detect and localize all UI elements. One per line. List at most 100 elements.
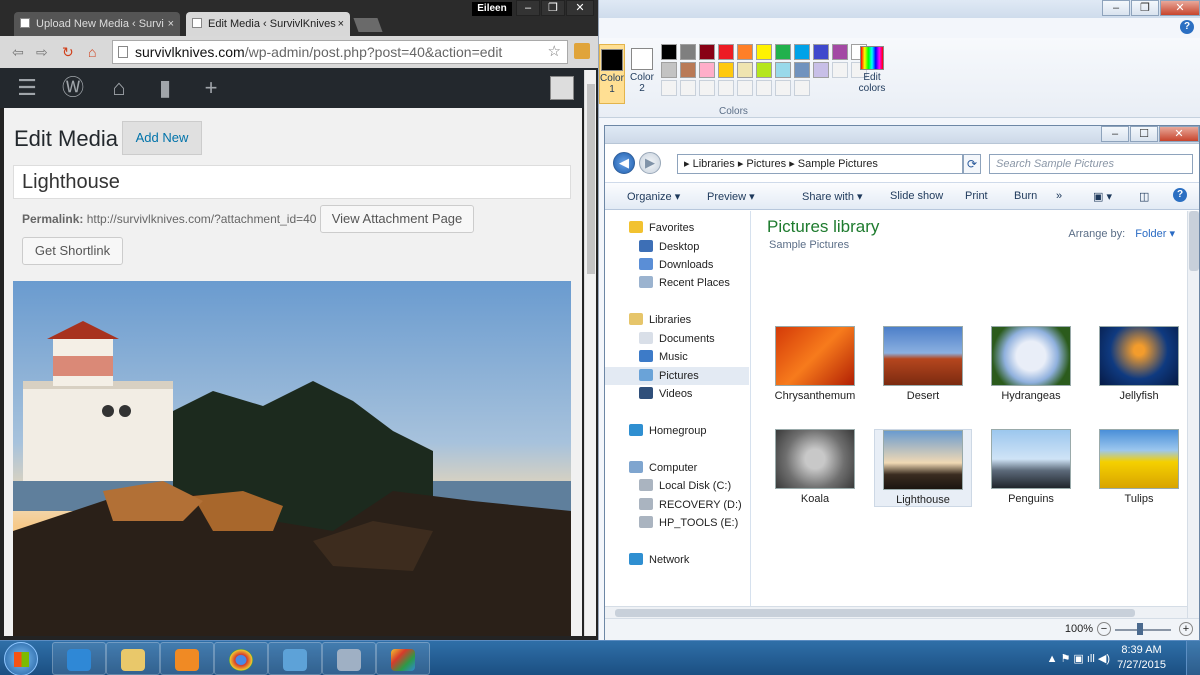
back-button[interactable]: ◀ <box>613 152 635 174</box>
thumbnail-tulips[interactable]: Tulips <box>1090 429 1188 505</box>
close-button[interactable]: ✕ <box>1159 126 1199 142</box>
close-tab-icon[interactable]: × <box>168 12 174 36</box>
close-button[interactable]: ✕ <box>566 0 594 16</box>
page-scrollbar[interactable] <box>584 70 596 636</box>
home-icon[interactable]: ⌂ <box>88 44 96 60</box>
palette-swatch[interactable] <box>680 62 696 78</box>
taskbar-media-player[interactable] <box>160 642 214 675</box>
minimize-button[interactable]: – <box>516 0 540 16</box>
palette-swatch[interactable] <box>661 62 677 78</box>
avatar[interactable] <box>550 76 574 100</box>
burn-button[interactable]: Burn <box>1014 190 1037 202</box>
minimize-button[interactable]: – <box>1101 126 1129 142</box>
nav-item-homegroup[interactable]: Homegroup <box>605 422 749 440</box>
nav-item-videos[interactable]: Videos <box>605 385 749 403</box>
restore-button[interactable]: ❐ <box>1131 0 1159 16</box>
preview-button[interactable]: Preview ▾ <box>707 190 755 203</box>
color-1-button[interactable]: Color 1 <box>599 44 625 104</box>
palette-swatch[interactable] <box>737 62 753 78</box>
palette-swatch[interactable] <box>737 44 753 60</box>
permalink-url[interactable]: http://survivlknives.com/?attachment_id=… <box>87 212 317 226</box>
palette-swatch[interactable] <box>832 44 848 60</box>
reload-icon[interactable]: ↻ <box>62 44 74 61</box>
palette-swatch[interactable] <box>775 62 791 78</box>
forward-icon[interactable]: ⇨ <box>36 44 48 61</box>
thumbnail-lighthouse[interactable]: Lighthouse <box>874 429 972 507</box>
palette-swatch[interactable] <box>699 62 715 78</box>
print-button[interactable]: Print <box>965 190 988 202</box>
taskbar-calculator[interactable] <box>322 642 376 675</box>
palette-swatch[interactable] <box>718 62 734 78</box>
view-options-icon[interactable]: ▣ ▾ <box>1093 190 1112 203</box>
nav-item-local-disk-c[interactable]: Local Disk (C:) <box>605 477 749 495</box>
add-new-plus-icon[interactable]: + <box>198 76 224 100</box>
address-bar[interactable]: ▸ Libraries ▸ Pictures ▸ Sample Pictures <box>677 154 963 174</box>
system-tray-icons[interactable]: ▲ ⚑ ▣ ıll ◀) <box>1047 652 1110 665</box>
palette-swatch[interactable] <box>737 80 753 96</box>
palette-swatch[interactable] <box>718 44 734 60</box>
palette-swatch[interactable] <box>813 44 829 60</box>
thumbnail-desert[interactable]: Desert <box>874 326 972 402</box>
search-input[interactable]: Search Sample Pictures <box>989 154 1193 174</box>
nav-item-pictures[interactable]: Pictures <box>605 367 749 385</box>
zoom-out-icon[interactable]: − <box>1097 622 1111 636</box>
palette-swatch[interactable] <box>718 80 734 96</box>
zoom-slider[interactable] <box>1115 629 1171 631</box>
new-tab-button[interactable] <box>353 18 383 32</box>
zoom-in-icon[interactable]: + <box>1179 622 1193 636</box>
slide-show-button[interactable]: Slide show <box>890 190 943 202</box>
palette-swatch[interactable] <box>661 44 677 60</box>
palette-swatch[interactable] <box>794 80 810 96</box>
scroll-thumb[interactable] <box>615 609 1135 617</box>
preview-pane-icon[interactable]: ◫ <box>1139 190 1149 203</box>
start-button[interactable] <box>4 642 38 675</box>
thumbnail-chrysanthemum[interactable]: Chrysanthemum <box>766 326 864 402</box>
help-icon[interactable]: ? <box>1173 188 1187 202</box>
profile-name[interactable]: Eileen <box>472 2 512 16</box>
nav-item-downloads[interactable]: Downloads <box>605 256 749 274</box>
close-tab-icon[interactable]: × <box>338 12 344 36</box>
taskbar-chrome[interactable] <box>214 642 268 675</box>
refresh-button[interactable]: ⟳ <box>963 154 981 174</box>
palette-swatch[interactable] <box>794 62 810 78</box>
nav-item-favorites[interactable]: Favorites <box>605 219 749 237</box>
minimize-button[interactable]: – <box>1102 0 1130 16</box>
view-attachment-button[interactable]: View Attachment Page <box>320 205 474 233</box>
horizontal-scrollbar[interactable] <box>605 606 1187 618</box>
back-icon[interactable]: ⇦ <box>12 44 24 61</box>
edit-colors-button[interactable]: Edit colors <box>857 46 887 94</box>
palette-swatch[interactable] <box>775 80 791 96</box>
zoom-slider-thumb[interactable] <box>1137 623 1143 635</box>
nav-item-libraries[interactable]: Libraries <box>605 311 749 329</box>
taskbar-paint[interactable] <box>376 642 430 675</box>
nav-item-desktop[interactable]: Desktop <box>605 238 749 256</box>
show-desktop-button[interactable] <box>1186 641 1200 675</box>
palette-swatch[interactable] <box>756 44 772 60</box>
palette-swatch[interactable] <box>680 44 696 60</box>
taskbar-ie[interactable] <box>52 642 106 675</box>
comments-icon[interactable]: ▮ <box>152 76 178 100</box>
palette-swatch[interactable] <box>661 80 677 96</box>
palette-swatch[interactable] <box>794 44 810 60</box>
thumbnail-jellyfish[interactable]: Jellyfish <box>1090 326 1188 402</box>
nav-item-network[interactable]: Network <box>605 551 749 569</box>
thumbnail-koala[interactable]: Koala <box>766 429 864 505</box>
palette-swatch[interactable] <box>756 62 772 78</box>
vertical-scrollbar[interactable] <box>1187 211 1199 618</box>
get-shortlink-button[interactable]: Get Shortlink <box>22 237 123 265</box>
home-icon[interactable]: ⌂ <box>106 76 132 100</box>
forward-button[interactable]: ▶ <box>639 152 661 174</box>
taskbar-photo-viewer[interactable] <box>268 642 322 675</box>
palette-swatch[interactable] <box>813 62 829 78</box>
palette-swatch[interactable] <box>699 80 715 96</box>
nav-item-hp-tools-e[interactable]: HP_TOOLS (E:) <box>605 514 749 532</box>
thumbnail-hydrangeas[interactable]: Hydrangeas <box>982 326 1080 402</box>
arrange-by-dropdown[interactable]: Folder ▾ <box>1135 228 1175 240</box>
wordpress-logo-icon[interactable]: Ⓦ <box>60 76 86 100</box>
nav-item-recent-places[interactable]: Recent Places <box>605 274 749 292</box>
organize-button[interactable]: Organize ▾ <box>627 190 680 203</box>
nav-item-recovery-d[interactable]: RECOVERY (D:) <box>605 496 749 514</box>
scroll-thumb[interactable] <box>587 84 595 274</box>
add-new-button[interactable]: Add New <box>122 121 202 155</box>
palette-swatch[interactable] <box>756 80 772 96</box>
